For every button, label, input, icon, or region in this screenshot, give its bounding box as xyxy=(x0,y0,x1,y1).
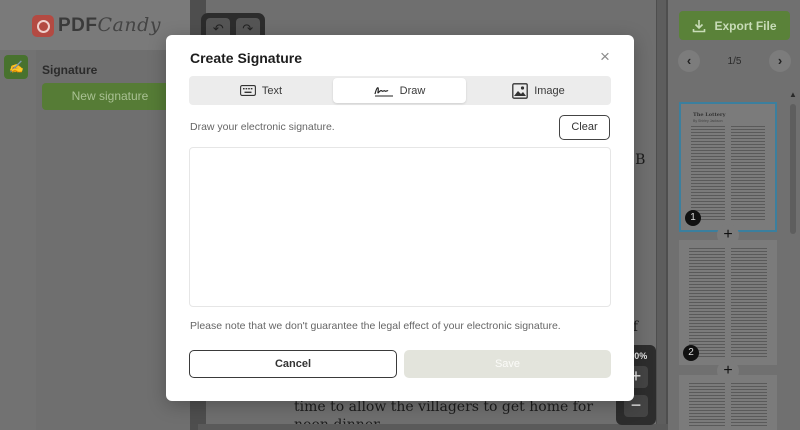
tool-rail: ✍ xyxy=(0,50,36,430)
app-header: PDFCandy xyxy=(0,0,190,50)
signature-draw-icon xyxy=(374,86,393,96)
page-thumbnail-2[interactable]: 2 xyxy=(679,240,777,365)
scroll-up-icon[interactable]: ▲ xyxy=(788,90,798,102)
document-horizontal-scrollbar[interactable] xyxy=(198,424,668,430)
panel-title: Signature xyxy=(42,63,98,77)
page-thumbnail-3[interactable] xyxy=(679,375,777,430)
page-thumbnail-1[interactable]: The Lottery By Shirley Jackson 1 xyxy=(679,102,777,232)
page-pager: ‹ 1/5 › xyxy=(678,50,791,72)
page-indicator: 1/5 xyxy=(727,55,742,67)
signature-mode-tabs: Text Draw Image xyxy=(189,76,611,105)
pdfcandy-logo[interactable]: PDFCandy xyxy=(32,14,161,37)
tab-draw[interactable]: Draw xyxy=(333,78,466,103)
signature-tool-icon[interactable]: ✍ xyxy=(4,55,28,79)
export-file-button[interactable]: Export File xyxy=(679,11,790,40)
tab-draw-label: Draw xyxy=(399,84,426,97)
download-icon xyxy=(693,19,706,32)
logo-suffix: Candy xyxy=(97,14,161,36)
legal-note: Please note that we don't guarantee the … xyxy=(190,320,561,332)
chevron-right-icon[interactable]: › xyxy=(769,50,791,72)
tab-text-label: Text xyxy=(261,84,283,97)
pages-panel: Export File ‹ 1/5 › The Lottery By Shirl… xyxy=(668,0,800,430)
close-icon[interactable]: × xyxy=(598,48,612,65)
tab-image[interactable]: Image xyxy=(468,78,609,103)
thumbnail-number: 2 xyxy=(683,345,699,361)
thumbnails-scrollbar[interactable]: ▲ xyxy=(788,90,798,430)
image-icon xyxy=(512,82,529,99)
cancel-button[interactable]: Cancel xyxy=(189,350,397,378)
signature-drawing-canvas[interactable] xyxy=(189,147,611,307)
draw-instructions: Draw your electronic signature. xyxy=(190,121,335,133)
create-signature-dialog: Create Signature × Text Draw Image Draw … xyxy=(166,35,634,401)
tab-text[interactable]: Text xyxy=(191,78,331,103)
new-signature-button[interactable]: New signature xyxy=(42,83,178,110)
dialog-title: Create Signature xyxy=(190,50,303,66)
thumbnail-title: The Lottery xyxy=(693,112,726,118)
thumbnail-author: By Shirley Jackson xyxy=(693,119,723,123)
scrollbar-thumb[interactable] xyxy=(790,104,796,234)
logo-prefix: PDF xyxy=(58,15,98,36)
keyboard-icon xyxy=(239,85,256,96)
save-button[interactable]: Save xyxy=(404,350,611,378)
clear-button[interactable]: Clear xyxy=(559,115,610,140)
chevron-left-icon[interactable]: ‹ xyxy=(678,50,700,72)
export-file-label: Export File xyxy=(714,18,777,33)
tab-image-label: Image xyxy=(534,84,565,97)
logo-icon xyxy=(32,14,54,37)
thumbnail-number: 1 xyxy=(685,210,701,226)
document-vertical-scrollbar[interactable] xyxy=(657,0,666,430)
